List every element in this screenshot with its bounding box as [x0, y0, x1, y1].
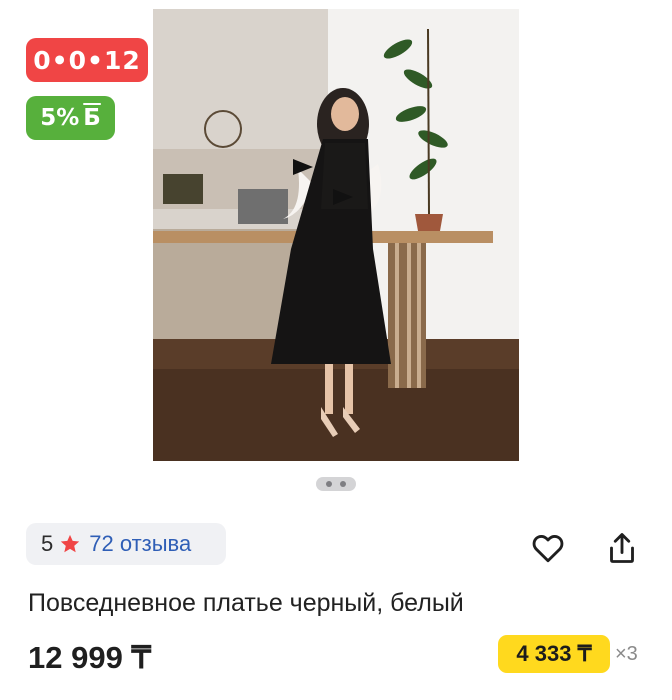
favorite-button[interactable]: [528, 528, 568, 568]
heart-icon: [532, 534, 564, 563]
reviews-link[interactable]: 72 отзыва: [89, 531, 191, 557]
product-photo[interactable]: [153, 9, 519, 461]
share-icon: [610, 533, 634, 563]
installment-badge[interactable]: 4 333 ₸: [498, 635, 610, 673]
bonus-badge: 5% Б: [26, 96, 115, 140]
rating-reviews-chip[interactable]: 5 72 отзыва: [26, 523, 226, 565]
gallery-dot[interactable]: [340, 481, 346, 487]
gallery-dot[interactable]: [326, 481, 332, 487]
product-title: Повседневное платье черный, белый: [28, 589, 464, 617]
star-icon: [61, 534, 80, 553]
rating-value: 5: [41, 531, 54, 556]
product-photo-illustration: [153, 9, 519, 461]
gallery-pagination[interactable]: [316, 477, 356, 491]
installment-multiplier: ×3: [615, 643, 638, 665]
installment-price: 4 333 ₸: [516, 641, 592, 666]
share-button[interactable]: [602, 528, 642, 568]
bonus-percent: 5%: [40, 105, 80, 131]
product-price: 12 999 ₸: [28, 640, 152, 675]
bonus-symbol: Б: [83, 105, 101, 131]
countdown-badge: 0•0•12: [26, 38, 148, 82]
countdown-timer: 0•0•12: [33, 45, 141, 75]
